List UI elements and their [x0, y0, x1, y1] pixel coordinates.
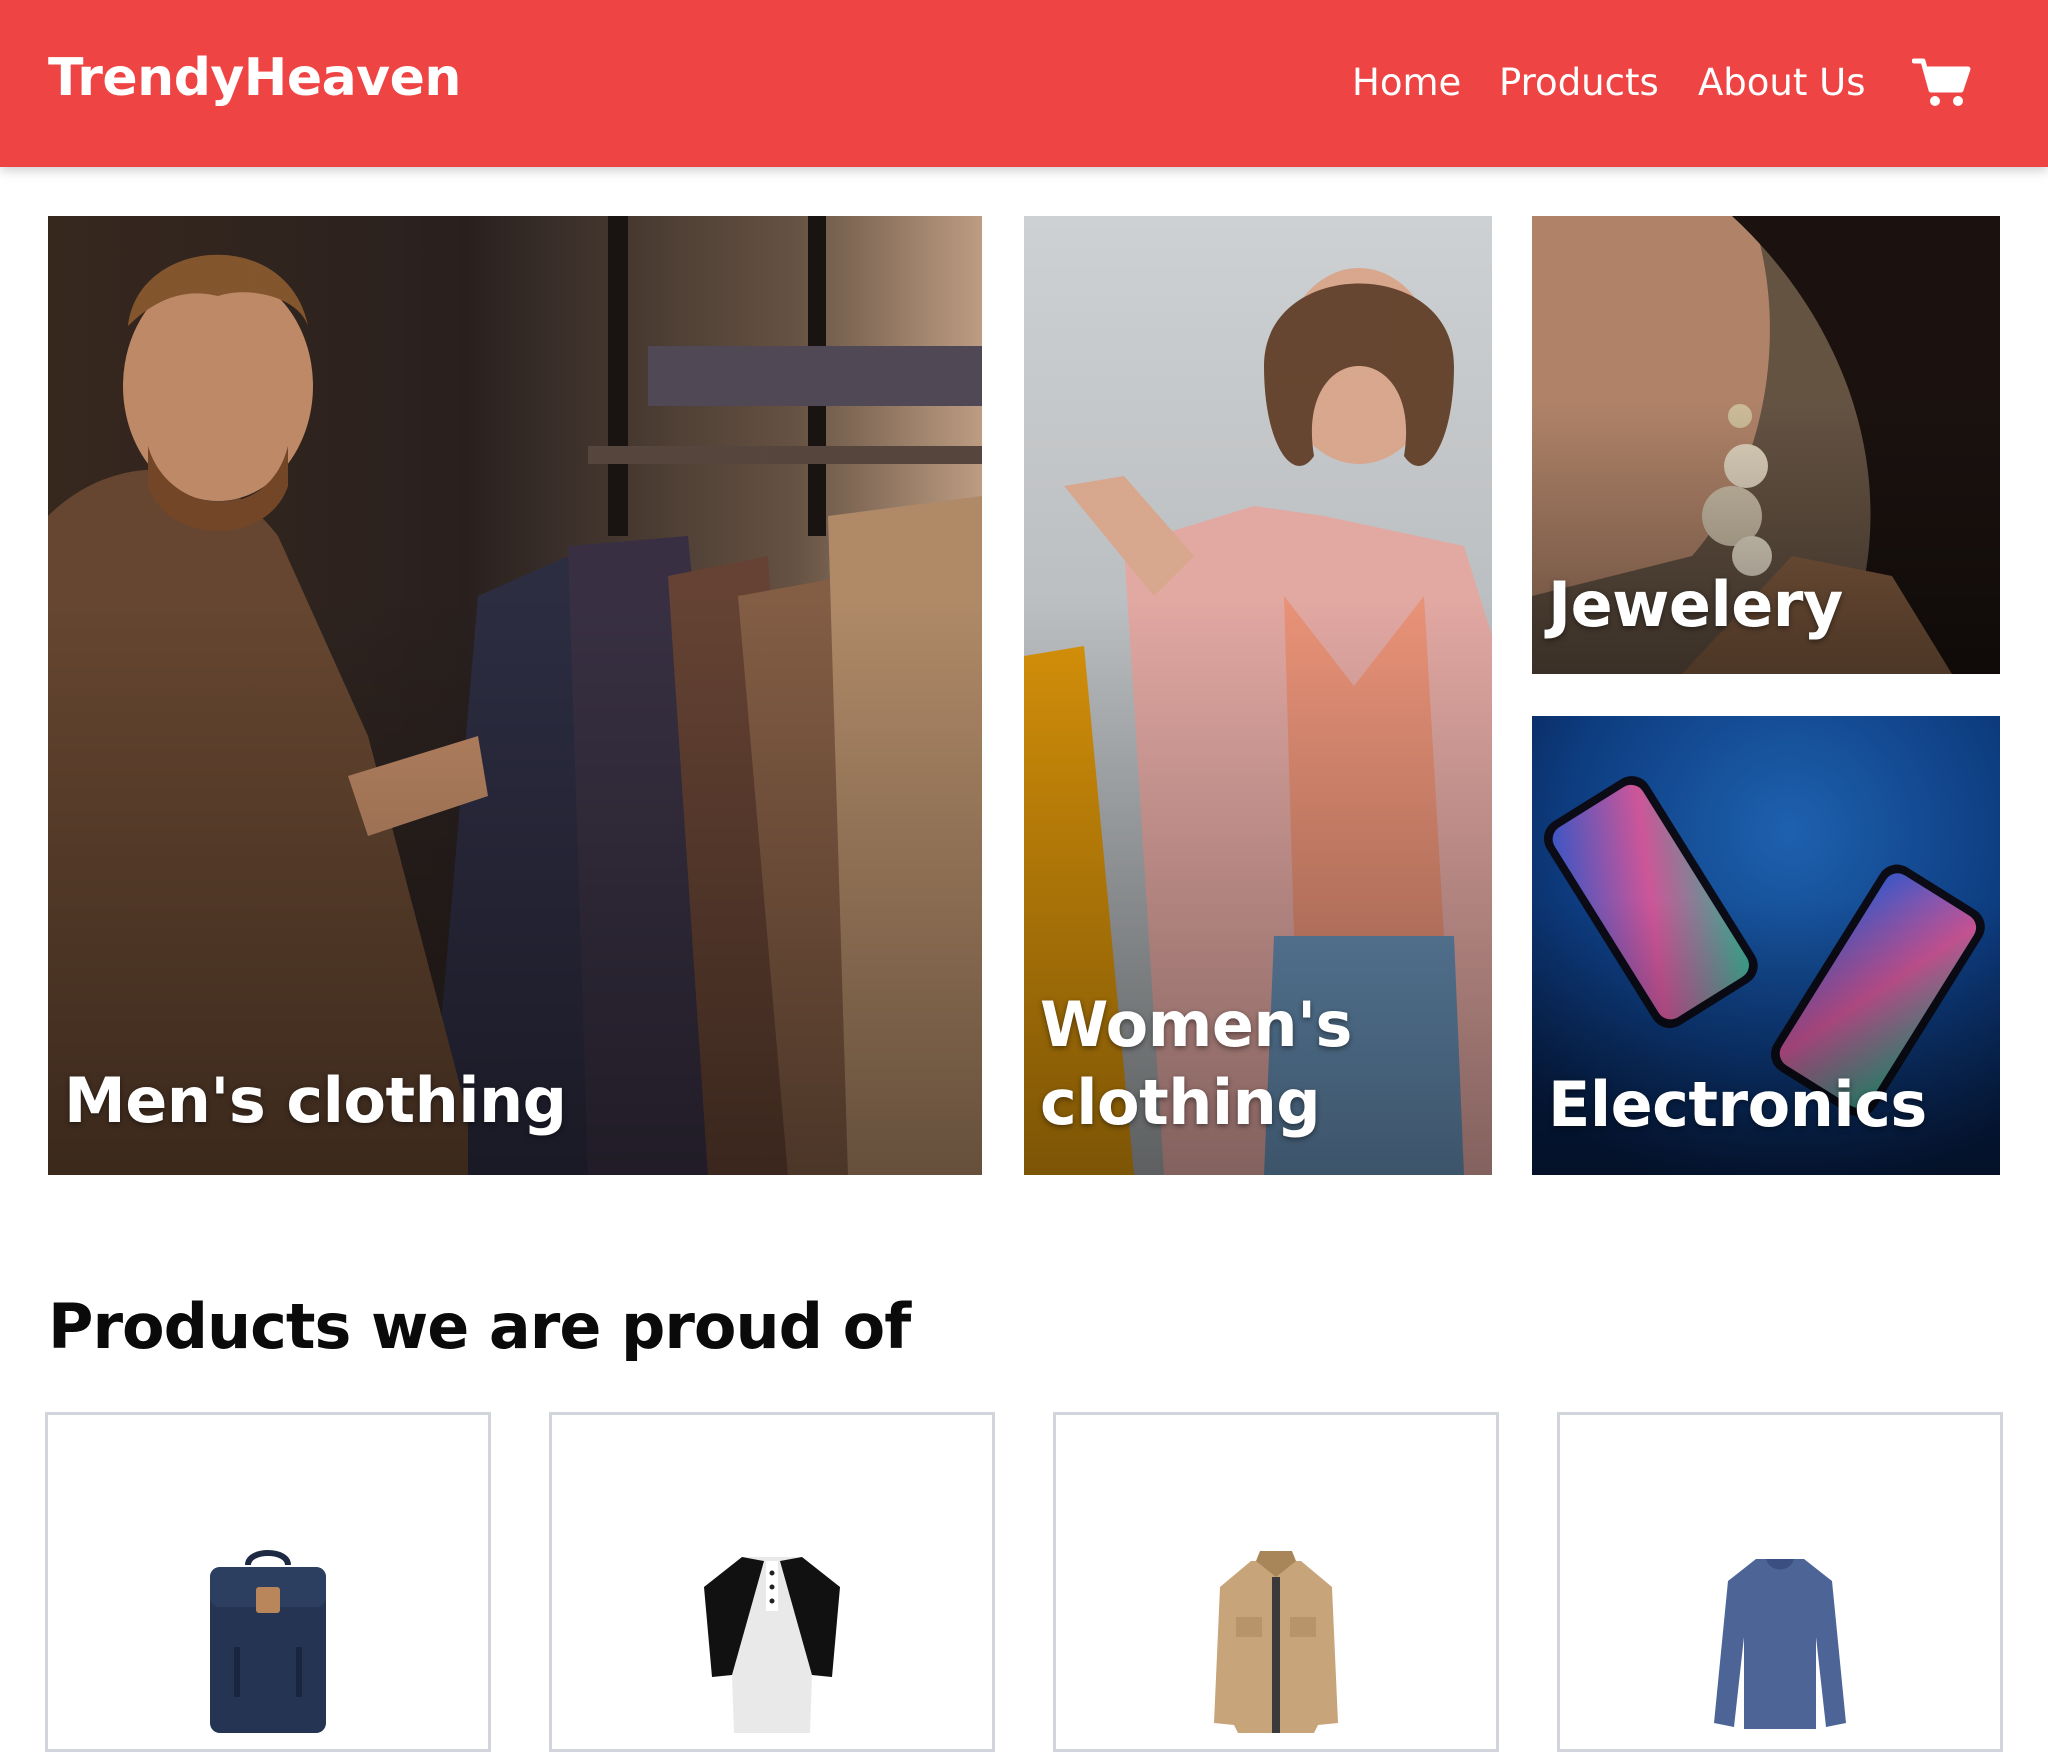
- featured-products-heading: Products we are proud of: [48, 1290, 911, 1363]
- category-label: Women's clothing: [1040, 986, 1352, 1141]
- cotton-jacket-image: [1214, 1551, 1338, 1733]
- nav-about-us-link[interactable]: About Us: [1698, 64, 1866, 101]
- category-label-line-2: clothing: [1040, 1065, 1321, 1139]
- category-tile-mens-clothing[interactable]: Men's clothing: [48, 216, 982, 1175]
- category-label: Men's clothing: [64, 1064, 567, 1137]
- raglan-henley-shirt-image: [704, 1557, 840, 1733]
- category-label: Jewelery: [1548, 568, 1843, 641]
- category-label: Electronics: [1548, 1068, 1927, 1141]
- long-sleeve-shirt-image: [1714, 1559, 1846, 1729]
- product-card[interactable]: [1557, 1412, 2003, 1752]
- product-card[interactable]: [45, 1412, 491, 1752]
- backpack-image: [210, 1550, 326, 1733]
- category-label-line-1: Women's: [1040, 988, 1352, 1061]
- category-tile-womens-clothing[interactable]: Women's clothing: [1024, 216, 1492, 1175]
- nav-products-link[interactable]: Products: [1499, 64, 1659, 101]
- product-card[interactable]: [549, 1412, 995, 1752]
- top-navbar: TrendyHeaven Home Products About Us: [0, 0, 2048, 167]
- product-card[interactable]: [1053, 1412, 1499, 1752]
- category-tile-electronics[interactable]: Electronics: [1532, 716, 2000, 1175]
- nav-home-link[interactable]: Home: [1352, 64, 1461, 101]
- category-tile-jewelery[interactable]: Jewelery: [1532, 216, 2000, 674]
- shopping-cart-icon[interactable]: [1911, 56, 1972, 108]
- brand-logo[interactable]: TrendyHeaven: [48, 52, 461, 104]
